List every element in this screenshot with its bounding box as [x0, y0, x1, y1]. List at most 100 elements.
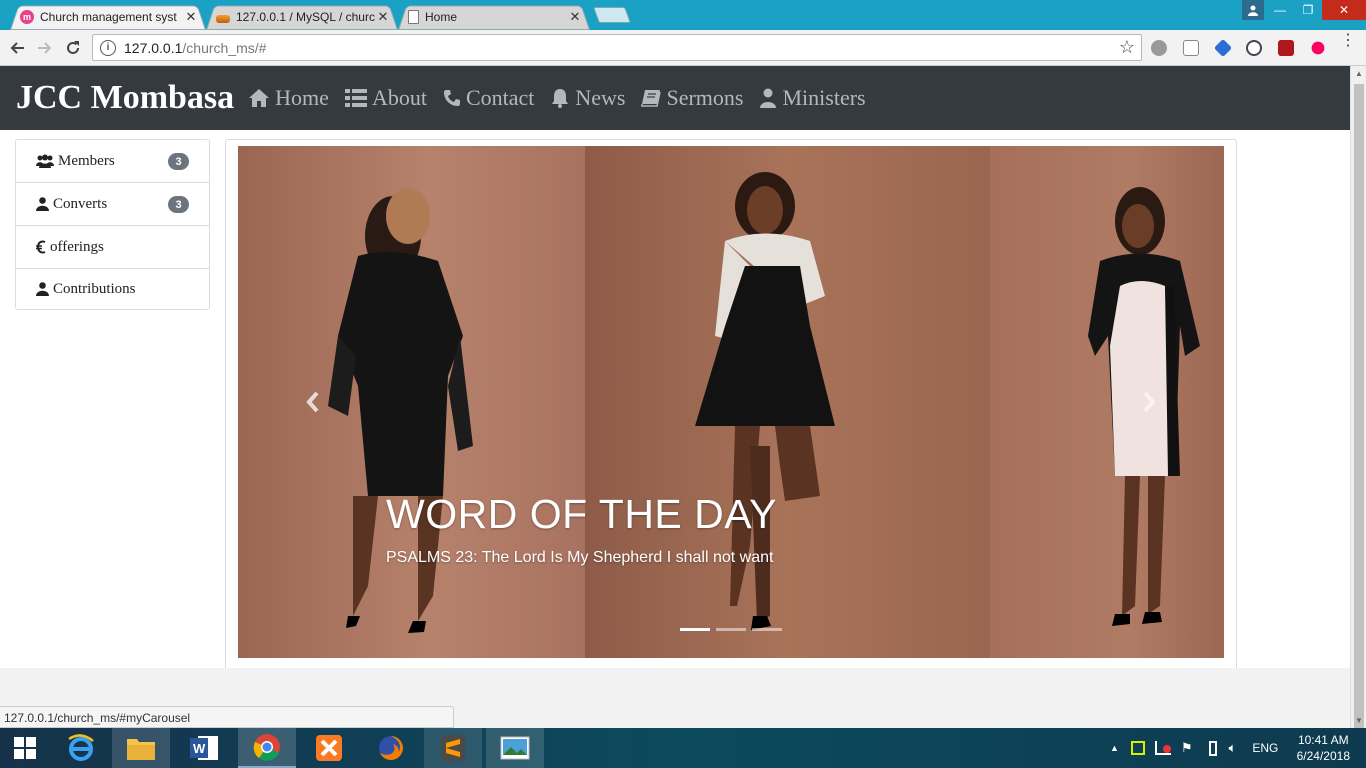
sidebar-item-offerings[interactable]: offerings	[16, 226, 209, 269]
battery-icon[interactable]	[1208, 740, 1217, 756]
info-icon[interactable]: i	[100, 39, 116, 56]
sidebar-item-label: offerings	[50, 238, 104, 255]
phpmyadmin-favicon-icon	[216, 14, 230, 23]
flag-icon[interactable]: ⚑	[1181, 740, 1193, 756]
nav-label: Ministers	[782, 85, 866, 110]
svg-text:W: W	[193, 741, 206, 756]
clock-time: 10:41 AM	[1297, 733, 1349, 747]
woman-black-dress-figure	[328, 188, 473, 633]
nav-contact[interactable]: Contact	[443, 85, 534, 111]
sidebar-item-label: Converts	[53, 195, 108, 212]
xampp-icon[interactable]	[300, 728, 358, 768]
firefox-icon[interactable]	[362, 728, 420, 768]
bell-icon	[552, 89, 569, 108]
browser-toolbar: i 127.0.0.1/church_ms/# ☆ ⋮	[0, 30, 1366, 66]
sidebar-list: Members 3 Converts 3 offerings Contribut…	[15, 139, 210, 310]
extension-icon[interactable]	[1151, 40, 1167, 56]
language-indicator[interactable]: ENG	[1252, 741, 1278, 755]
tab-title: Church management syst	[40, 9, 177, 24]
forward-arrow-icon	[38, 42, 52, 54]
file-explorer-icon[interactable]	[112, 728, 170, 768]
list-icon	[344, 89, 367, 107]
back-arrow-icon	[10, 42, 24, 54]
show-hidden-icons-icon[interactable]: ▲	[1110, 743, 1119, 753]
carousel-indicator[interactable]	[716, 628, 746, 631]
carousel-prev-button[interactable]	[298, 382, 328, 422]
sidebar-item-converts[interactable]: Converts 3	[16, 183, 209, 226]
bookmark-star-icon[interactable]: ☆	[1119, 37, 1135, 58]
user-icon	[36, 197, 49, 211]
clock-date: 6/24/2018	[1296, 749, 1350, 763]
carousel-caption-text: PSALMS 23: The Lord Is My Shepherd I sha…	[386, 549, 774, 566]
user-icon	[760, 88, 777, 108]
carousel-next-button[interactable]	[1134, 382, 1164, 422]
tab-church-management[interactable]: m Church management syst ✕	[10, 3, 206, 31]
document-extension-icon[interactable]	[1183, 40, 1199, 56]
sublime-text-icon[interactable]	[424, 728, 482, 768]
clock[interactable]: 10:41 AM 6/24/2018	[1297, 732, 1350, 764]
nav-label: About	[371, 85, 427, 110]
menu-kebab-icon[interactable]: ⋮	[1340, 33, 1356, 52]
system-tray: ▲ ⚑ 🔈︎ ENG	[1110, 728, 1278, 768]
windows-logo-icon	[14, 737, 36, 759]
slide-photo-panel	[238, 146, 585, 658]
tab-close-icon[interactable]: ✕	[184, 9, 198, 25]
carousel-indicator[interactable]	[680, 628, 710, 631]
nav-label: Contact	[465, 85, 535, 110]
carousel: WORD OF THE DAY PSALMS 23: The Lord Is M…	[238, 146, 1224, 658]
extension-icon[interactable]	[1213, 38, 1233, 58]
scroll-down-icon[interactable]: ▼	[1355, 716, 1363, 725]
phone-icon	[443, 90, 460, 106]
tray-app-icon[interactable]	[1130, 741, 1145, 755]
sidebar-item-members[interactable]: Members 3	[16, 140, 209, 183]
tab-title: 127.0.0.1 / MySQL / churc	[236, 9, 375, 24]
church-favicon-icon: m	[20, 9, 34, 24]
extension-icon[interactable]	[1311, 41, 1325, 55]
windows-taskbar: W ▲ ⚑ 🔈︎ ENG 10:41 AM 6/24/2018	[0, 728, 1366, 768]
address-bar[interactable]: i 127.0.0.1/church_ms/# ☆	[92, 34, 1142, 61]
nav-ministers[interactable]: Ministers	[759, 85, 866, 111]
sidebar-item-label: Contributions	[53, 280, 136, 297]
carousel-indicator[interactable]	[752, 628, 782, 631]
tab-close-icon[interactable]: ✕	[568, 9, 582, 25]
network-icon[interactable]	[1154, 741, 1171, 755]
nav-label: Home	[275, 85, 329, 110]
word-icon[interactable]: W	[176, 728, 234, 768]
scroll-up-icon[interactable]: ▲	[1355, 69, 1363, 78]
tab-phpmyadmin[interactable]: 127.0.0.1 / MySQL / churc ✕	[206, 3, 398, 31]
close-window-button[interactable]: ✕	[1322, 0, 1366, 20]
profile-icon[interactable]	[1242, 0, 1264, 20]
address-host: 127.0.0.1	[124, 39, 183, 56]
page-scrollbar[interactable]: ▲ ▼	[1350, 66, 1366, 730]
euro-icon	[36, 240, 46, 254]
tab-home[interactable]: Home ✕	[398, 3, 590, 31]
nav-about[interactable]: About	[344, 85, 427, 111]
minimize-button[interactable]: —	[1266, 0, 1294, 20]
pdf-extension-icon[interactable]	[1278, 40, 1294, 56]
internet-explorer-icon[interactable]	[52, 728, 110, 768]
restore-button[interactable]: ❐	[1294, 0, 1322, 20]
new-tab-button[interactable]	[593, 7, 631, 23]
nav-home[interactable]: Home	[248, 85, 329, 111]
sidebar-item-contributions[interactable]: Contributions	[16, 269, 209, 309]
reload-button[interactable]	[62, 37, 84, 59]
tab-title: Home	[425, 9, 458, 24]
site-brand[interactable]: JCC Mombasa	[16, 79, 234, 117]
start-button[interactable]	[0, 728, 50, 768]
forward-button[interactable]	[34, 37, 56, 59]
members-count-badge: 3	[168, 153, 189, 170]
user-icon	[36, 282, 49, 296]
scrollbar-thumb[interactable]	[1354, 84, 1364, 730]
nav-sermons[interactable]: Sermons	[641, 85, 743, 111]
woman-lace-dress-figure	[695, 172, 835, 630]
back-button[interactable]	[6, 37, 28, 59]
users-icon	[36, 154, 54, 168]
eye-extension-icon[interactable]	[1246, 40, 1262, 56]
photos-app-icon[interactable]	[486, 728, 544, 768]
carousel-indicators	[680, 628, 782, 631]
nav-news[interactable]: News	[550, 85, 625, 111]
volume-icon[interactable]: 🔈︎	[1229, 740, 1237, 756]
converts-count-badge: 3	[168, 196, 189, 213]
tab-close-icon[interactable]: ✕	[376, 9, 390, 25]
chrome-icon[interactable]	[238, 728, 296, 768]
